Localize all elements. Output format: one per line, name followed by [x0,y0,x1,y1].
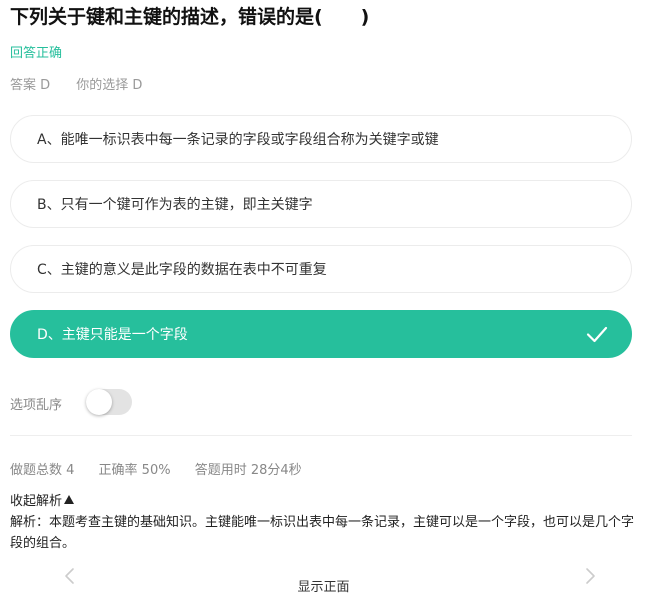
shuffle-label: 选项乱序 [10,398,63,413]
accuracy-rate: 正确率 50% [98,463,171,478]
total-count: 做题总数 4 [10,463,75,478]
option-label: B、只有一个键可作为表的主键，即主关键字 [37,197,313,213]
triangle-up-icon [64,495,75,504]
collapse-analysis-button[interactable]: 收起解析 [10,490,75,509]
answer-row: 答案 D 你的选择 D [10,74,142,93]
divider [10,435,632,436]
your-choice: 你的选择 D [76,78,143,93]
bottom-bar: 显示正面 [0,552,647,600]
option-c[interactable]: C、主键的意义是此字段的数据在表中不可重复 [10,245,632,293]
show-front-button[interactable]: 显示正面 [0,576,647,595]
option-a[interactable]: A、能唯一标识表中每一条记录的字段或字段组合称为关键字或键 [10,115,632,163]
question-title: 下列关于键和主键的描述，错误的是( ) [10,6,370,28]
correct-answer: 答案 D [10,78,51,93]
stats-row: 做题总数 4 正确率 50% 答题用时 28分4秒 [10,459,302,478]
result-status: 回答正确 [10,46,63,61]
check-icon [586,326,608,343]
option-label: C、主键的意义是此字段的数据在表中不可重复 [37,262,327,278]
chevron-right-icon[interactable] [580,566,600,586]
time-used: 答题用时 28分4秒 [194,463,302,478]
analysis-text: 解析：本题考查主键的基础知识。主键能唯一标识出表中每一条记录，主键可以是一个字段… [10,515,635,551]
option-label: A、能唯一标识表中每一条记录的字段或字段组合称为关键字或键 [37,132,439,148]
option-b[interactable]: B、只有一个键可作为表的主键，即主关键字 [10,180,632,228]
option-d[interactable]: D、主键只能是一个字段 [10,310,632,358]
toggle-knob [86,389,112,415]
shuffle-toggle[interactable] [86,389,132,415]
option-label: D、主键只能是一个字段 [37,327,188,343]
collapse-label: 收起解析 [10,494,63,509]
